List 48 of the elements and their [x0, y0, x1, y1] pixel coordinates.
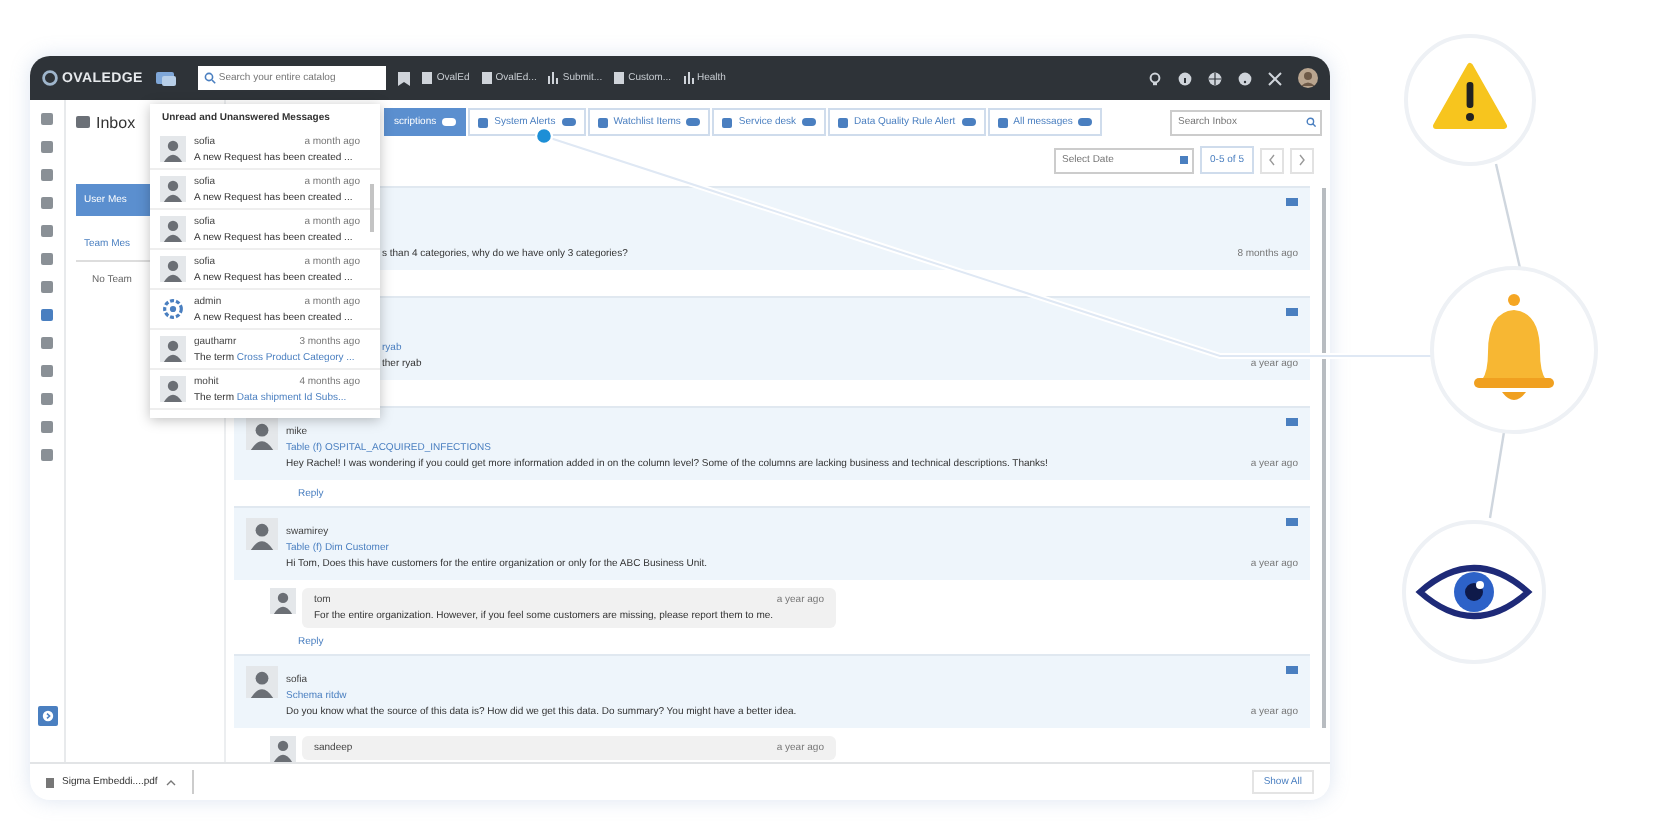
scrollbar[interactable]	[370, 184, 374, 232]
tab-icon	[838, 117, 849, 127]
avatar	[246, 666, 278, 698]
chevron-left-icon	[1268, 154, 1276, 166]
inbox-title: Inbox	[96, 113, 136, 131]
avatar	[160, 376, 186, 402]
count-pill-icon	[686, 118, 701, 126]
avatar	[160, 256, 186, 282]
count-pill-icon	[442, 118, 457, 126]
help-icon[interactable]	[1238, 71, 1252, 85]
chevron-right-icon	[1298, 154, 1306, 166]
globe-icon[interactable]	[1208, 71, 1222, 85]
info-icon[interactable]	[1178, 71, 1192, 85]
chat-icon[interactable]	[154, 69, 179, 87]
previous-button[interactable]	[1260, 147, 1284, 173]
avatar	[160, 336, 186, 362]
tab-icon	[997, 117, 1008, 127]
avatar	[160, 216, 186, 242]
search-icon	[204, 72, 217, 84]
avatar	[246, 418, 278, 450]
tab-icon	[722, 117, 733, 127]
anchor-dot	[534, 126, 554, 146]
count-pill-icon	[802, 118, 817, 126]
avatar	[246, 518, 278, 550]
count-pill-icon	[561, 118, 576, 126]
count-pill-icon	[1078, 118, 1093, 126]
scrollbar[interactable]	[1322, 188, 1326, 728]
avatar	[270, 588, 296, 614]
expand-panel-icon[interactable]	[37, 706, 57, 726]
tab-icon	[597, 117, 608, 127]
avatar	[160, 136, 186, 162]
avatar	[160, 176, 186, 202]
calendar-icon	[1180, 156, 1189, 164]
search-icon	[1306, 117, 1316, 127]
user-avatar[interactable]	[1298, 68, 1318, 88]
next-button[interactable]	[1290, 147, 1314, 173]
bulb-icon[interactable]	[1148, 71, 1162, 85]
count-pill-icon	[961, 118, 976, 126]
leader-line	[1494, 163, 1522, 269]
logo-icon	[42, 70, 58, 86]
leader-line	[1488, 431, 1506, 519]
gear-icon	[160, 296, 186, 322]
bell-icon	[1474, 294, 1554, 400]
eye-icon	[1417, 565, 1531, 619]
caret-icon	[165, 779, 176, 785]
tab-icon	[478, 117, 489, 127]
bookmark-icon[interactable]	[398, 71, 411, 85]
warning-icon	[1433, 63, 1507, 129]
